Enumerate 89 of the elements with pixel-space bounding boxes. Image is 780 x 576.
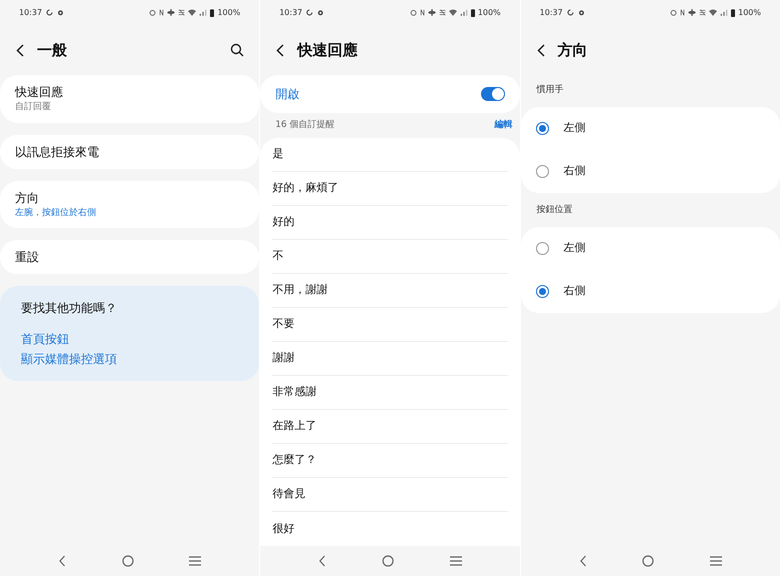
settings-item[interactable]: 快速回應 自訂回覆: [0, 75, 260, 122]
radio-button[interactable]: [536, 242, 549, 255]
home-icon: [122, 555, 134, 567]
radio-button[interactable]: [536, 285, 549, 298]
option-label: 左側: [564, 240, 586, 256]
item-subtitle: 自訂回覆: [15, 101, 52, 114]
status-time: 10:37: [540, 6, 563, 18]
mute-icon: [699, 9, 706, 16]
battery-percentage: 100%: [738, 6, 761, 18]
wifi-icon: [188, 9, 196, 16]
signal-icon: [199, 9, 208, 16]
reply-item[interactable]: 非常感謝: [272, 384, 316, 401]
group-heading: 按鈕位置: [536, 204, 573, 218]
option-label: 左側: [564, 120, 586, 136]
reply-item[interactable]: 在路上了: [272, 418, 316, 435]
option-label: 右側: [564, 163, 586, 180]
nfc-icon: [680, 9, 686, 16]
battery-icon: [470, 8, 475, 16]
signal-icon: [720, 9, 728, 16]
page-title: 快速回應: [297, 40, 358, 61]
reply-item[interactable]: 不要: [272, 316, 294, 333]
reply-item[interactable]: 好的，麻煩了: [272, 180, 338, 197]
home-icon: [642, 555, 654, 567]
wifi-icon: [448, 9, 457, 16]
reply-item[interactable]: 很好: [272, 520, 294, 538]
recents-icon: [189, 556, 202, 566]
mute-icon: [438, 9, 446, 16]
reply-item[interactable]: 怎麼了？: [272, 452, 316, 469]
option-label: 右側: [564, 283, 586, 300]
reply-item[interactable]: 是: [272, 146, 284, 163]
signal-icon: [460, 9, 468, 16]
sync-icon: [306, 9, 314, 16]
status-time: 10:37: [19, 6, 42, 18]
back-icon: [536, 44, 545, 56]
edit-button[interactable]: 編輯: [494, 118, 513, 132]
sync-icon: [46, 9, 54, 16]
back-icon: [318, 555, 326, 567]
battery-icon: [210, 8, 214, 16]
battery-percentage: 100%: [478, 6, 501, 18]
search-button[interactable]: [230, 43, 244, 57]
item-title: 重設: [15, 249, 40, 266]
back-icon: [578, 555, 587, 567]
item-subtitle: 左腕，按鈕位於右側: [15, 206, 97, 220]
recents-nav-button[interactable]: [450, 556, 462, 566]
settings-item[interactable]: 以訊息拒接來電: [0, 134, 260, 168]
radio-button[interactable]: [536, 165, 549, 178]
suggestion-link[interactable]: 顯示媒體操控選項: [21, 349, 238, 369]
switch-label: 開啟: [275, 86, 300, 103]
recents-nav-button[interactable]: [189, 556, 202, 566]
settings-item[interactable]: 方向 左腕，按鈕位於右側: [0, 180, 260, 228]
reply-item[interactable]: 不用，謝謝: [272, 282, 328, 299]
radio-button[interactable]: [536, 122, 549, 135]
back-icon: [58, 555, 66, 567]
toggle-switch[interactable]: [480, 87, 505, 101]
home-icon: [382, 555, 394, 567]
suggestion-link[interactable]: 首頁按鈕: [21, 329, 238, 349]
recents-nav-button[interactable]: [710, 556, 722, 566]
group-heading: 慣用手: [536, 84, 564, 98]
back-nav-button[interactable]: [318, 555, 326, 567]
item-title: 方向: [15, 190, 40, 206]
reply-item[interactable]: 不: [272, 248, 284, 265]
page-title: 一般: [37, 40, 68, 61]
item-title: 以訊息拒接來電: [15, 144, 100, 160]
home-nav-button[interactable]: [382, 555, 394, 567]
suggestions-heading: 要找其他功能嗎？: [21, 300, 118, 317]
sync-icon: [566, 9, 574, 16]
home-nav-button[interactable]: [122, 555, 134, 567]
back-icon: [16, 44, 24, 56]
back-icon: [276, 44, 284, 56]
reply-item[interactable]: 謝謝: [272, 350, 294, 367]
recents-icon: [450, 556, 462, 566]
page-title: 方向: [558, 40, 589, 61]
home-nav-button[interactable]: [642, 555, 654, 567]
settings-item[interactable]: 重設: [0, 240, 260, 274]
mute-icon: [178, 9, 186, 16]
wifi-icon: [709, 9, 718, 16]
reply-item[interactable]: 好的: [272, 214, 294, 231]
back-nav-button[interactable]: [578, 555, 587, 567]
back-nav-button[interactable]: [58, 555, 66, 567]
battery-percentage: 100%: [217, 6, 240, 18]
battery-icon: [731, 8, 736, 16]
status-time: 10:37: [279, 6, 302, 18]
reply-item[interactable]: 待會見: [272, 486, 306, 503]
nfc-icon: [159, 9, 164, 16]
recents-icon: [710, 556, 722, 566]
reply-count: 16 個自訂提醒: [275, 118, 335, 132]
nfc-icon: [420, 9, 425, 16]
item-title: 快速回應: [15, 84, 64, 101]
search-icon: [230, 43, 244, 57]
